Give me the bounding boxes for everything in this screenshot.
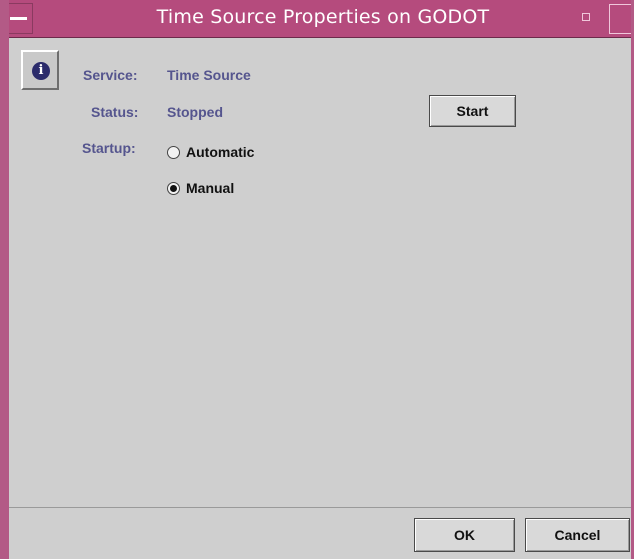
start-button[interactable]: Start	[429, 95, 516, 127]
manual-label: Manual	[186, 180, 235, 196]
ok-button[interactable]: OK	[414, 518, 515, 552]
properties-dialog: Time Source Properties on GODOT i Servic…	[0, 0, 634, 559]
minimize-icon[interactable]	[582, 13, 590, 21]
title-bar[interactable]: Time Source Properties on GODOT	[9, 0, 631, 38]
manual-radio[interactable]	[167, 182, 180, 195]
cancel-button[interactable]: Cancel	[525, 518, 630, 552]
startup-label: Startup:	[82, 140, 136, 156]
window-title: Time Source Properties on GODOT	[156, 6, 490, 28]
service-value: Time Source	[167, 67, 251, 83]
status-label: Status:	[91, 104, 139, 120]
manual-radio-selected-dot	[170, 185, 177, 192]
automatic-radio[interactable]	[167, 146, 180, 159]
service-label: Service:	[83, 67, 138, 83]
info-glyph: i	[32, 62, 50, 80]
status-value: Stopped	[167, 104, 223, 120]
button-bar-divider	[9, 507, 631, 508]
maximize-icon[interactable]	[609, 4, 631, 34]
automatic-label: Automatic	[186, 144, 255, 160]
info-icon: i	[21, 50, 59, 90]
